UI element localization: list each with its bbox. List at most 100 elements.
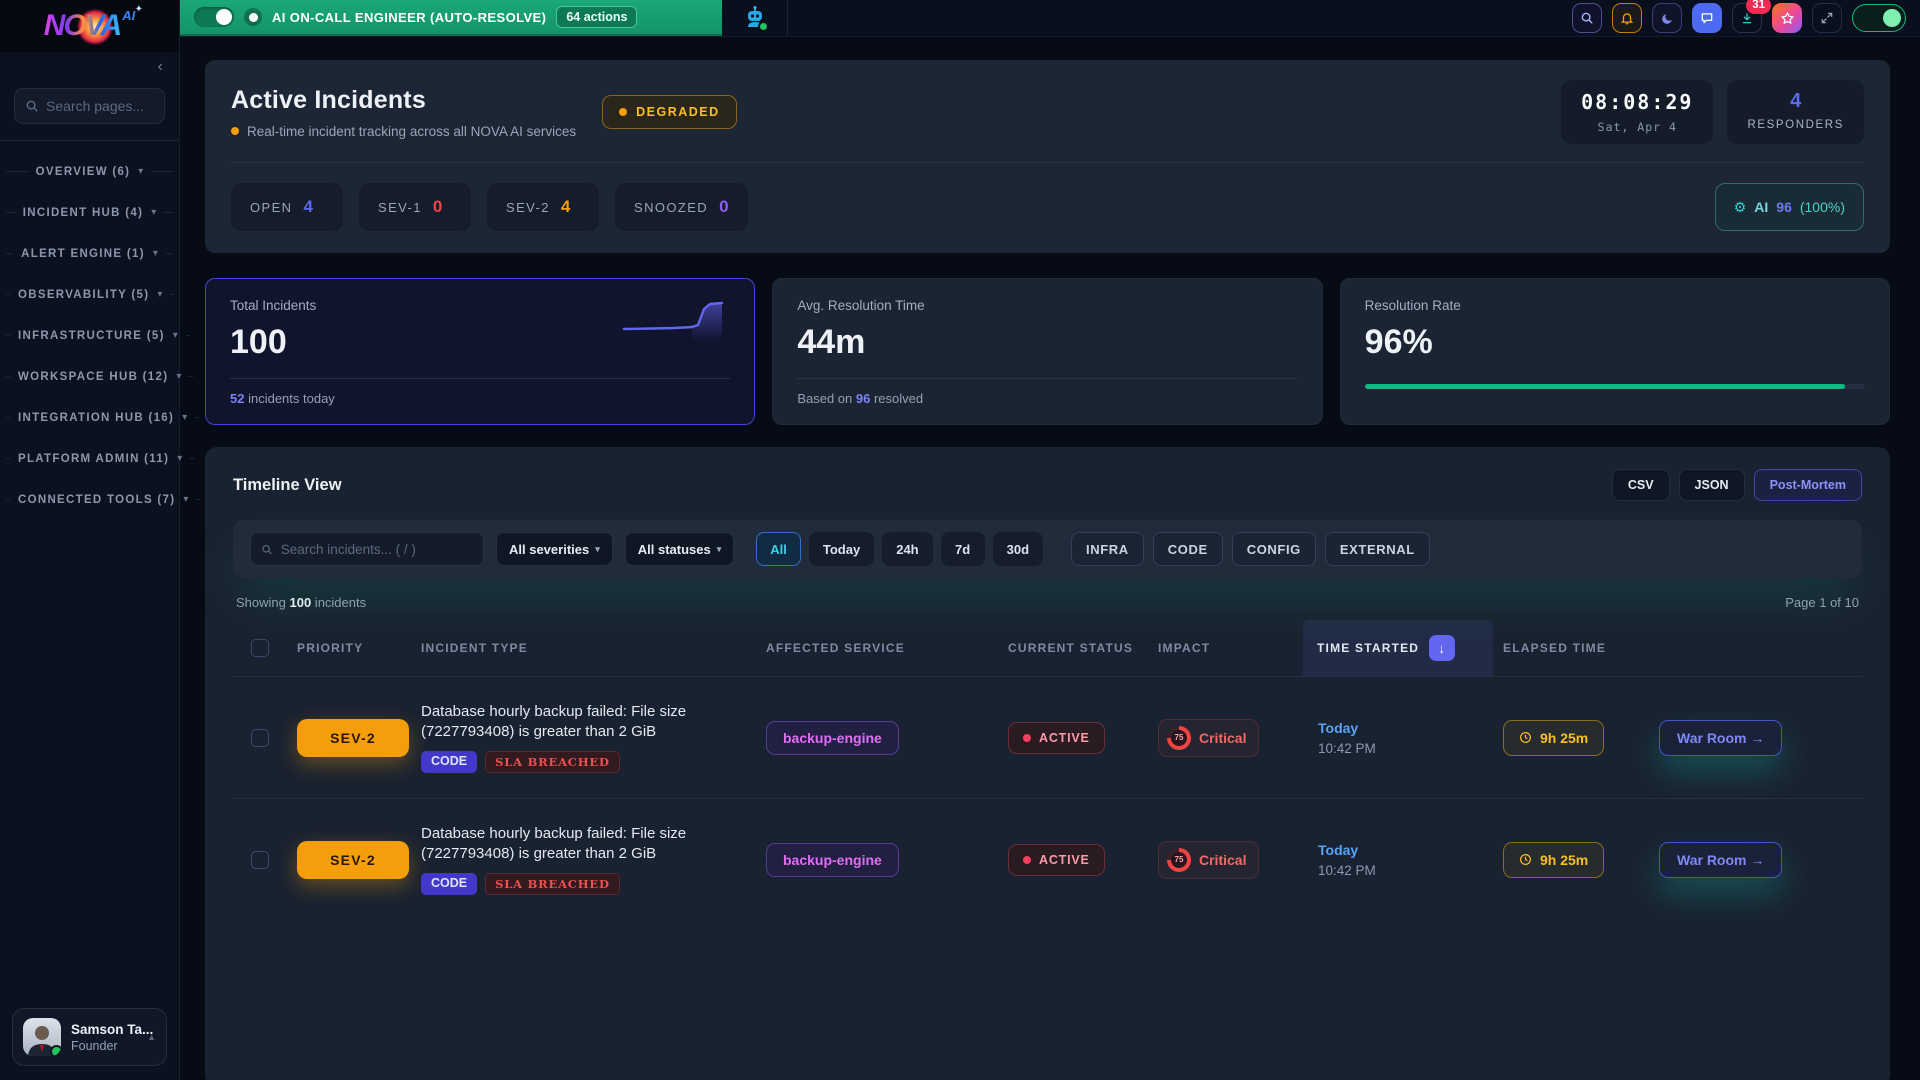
sidebar-item-overview[interactable]: OVERVIEW (6)▾ — [0, 151, 179, 192]
chevron-down-icon: ▾ — [157, 289, 162, 300]
sidebar-collapse-icon[interactable]: ‹ — [158, 59, 163, 75]
severity-badge[interactable]: SEV-2 — [297, 719, 409, 757]
time-filter-30d[interactable]: 30d — [993, 532, 1043, 566]
column-header-elapsed-time[interactable]: ELAPSED TIME — [1503, 641, 1659, 655]
severity-badge[interactable]: SEV-2 — [297, 841, 409, 879]
affected-service-pill[interactable]: backup-engine — [766, 721, 899, 755]
subtitle-row: Real-time incident tracking across all N… — [231, 124, 576, 139]
ai-resolved-badge[interactable]: ⚙ AI 96 (100%) — [1715, 183, 1864, 231]
user-role: Founder — [71, 1039, 137, 1053]
sidebar-item-workspace-hub[interactable]: WORKSPACE HUB (12)▾ — [0, 356, 179, 397]
status-badge: ACTIVE — [1008, 722, 1105, 754]
incidents-search[interactable] — [250, 532, 484, 566]
oncall-toggle[interactable] — [194, 7, 234, 27]
system-status-badge: DEGRADED — [602, 95, 737, 129]
time-filter-today[interactable]: Today — [809, 532, 874, 566]
category-filter-code[interactable]: CODE — [1153, 532, 1223, 566]
column-header-affected-service[interactable]: AFFECTED SERVICE — [766, 641, 1008, 655]
time-filter-24h[interactable]: 24h — [882, 532, 932, 566]
time-filter-7d[interactable]: 7d — [941, 532, 985, 566]
gear-icon: ⚙ — [1734, 199, 1747, 216]
time-filter-all[interactable]: All — [756, 532, 801, 566]
chat-button[interactable] — [1692, 3, 1722, 33]
sidebar-item-connected-tools[interactable]: CONNECTED TOOLS (7)▾ — [0, 479, 179, 520]
bell-icon — [1620, 11, 1634, 25]
time-day: Today — [1318, 842, 1503, 858]
sidebar-item-label: WORKSPACE HUB (12) — [18, 371, 168, 383]
column-header-time-started[interactable]: TIME STARTED ↓ — [1303, 620, 1493, 676]
table-row[interactable]: SEV-2 Database hourly backup failed: Fil… — [233, 676, 1862, 798]
dark-mode-button[interactable] — [1652, 3, 1682, 33]
stat-snoozed[interactable]: SNOOZED 0 — [615, 183, 748, 231]
chat-bubble-icon — [1700, 11, 1714, 25]
oncall-drag-handle[interactable] — [244, 8, 262, 26]
sidebar-search[interactable] — [14, 88, 165, 124]
metric-cards-row: Total Incidents 100 52 incidents today — [205, 278, 1890, 425]
row-checkbox[interactable] — [251, 729, 269, 747]
card-value: 96% — [1365, 323, 1865, 362]
severity-filter-dropdown[interactable]: All severities ▾ — [496, 532, 613, 566]
elapsed-time-badge: 9h 25m — [1503, 720, 1604, 756]
sidebar-item-infrastructure[interactable]: INFRASTRUCTURE (5)▾ — [0, 315, 179, 356]
stat-label: OPEN — [250, 200, 292, 215]
column-header-priority[interactable]: PRIORITY — [297, 641, 421, 655]
sidebar-item-platform-admin[interactable]: PLATFORM ADMIN (11)▾ — [0, 438, 179, 479]
online-status-dot — [50, 1045, 61, 1056]
sidebar-item-observability[interactable]: OBSERVABILITY (5)▾ — [0, 274, 179, 315]
category-filter-external[interactable]: EXTERNAL — [1325, 532, 1430, 566]
stat-open[interactable]: OPEN 4 — [231, 183, 343, 231]
column-header-impact[interactable]: IMPACT — [1158, 641, 1303, 655]
search-icon — [25, 99, 39, 113]
theme-toggle[interactable] — [1852, 4, 1906, 32]
war-room-button[interactable]: War Room → — [1659, 842, 1782, 878]
clock-icon — [1519, 731, 1532, 744]
search-button[interactable] — [1572, 3, 1602, 33]
incidents-search-input[interactable] — [281, 542, 473, 557]
sidebar-item-integration-hub[interactable]: INTEGRATION HUB (16)▾ — [0, 397, 179, 438]
stat-sev2[interactable]: SEV-2 4 — [487, 183, 599, 231]
stat-value: 0 — [719, 197, 728, 217]
stat-sev1[interactable]: SEV-1 0 — [359, 183, 471, 231]
favorites-button[interactable] — [1772, 3, 1802, 33]
status-label: ACTIVE — [1039, 853, 1090, 867]
category-filter-infra[interactable]: INFRA — [1071, 532, 1144, 566]
chevron-down-icon: ▾ — [151, 207, 156, 218]
caret-up-icon: ▲ — [147, 1032, 156, 1042]
status-filter-dropdown[interactable]: All statuses ▾ — [625, 532, 735, 566]
sidebar-item-alert-engine[interactable]: ALERT ENGINE (1)▾ — [0, 233, 179, 274]
sidebar-collapse-row: ‹ — [0, 52, 179, 82]
star-icon — [1780, 11, 1795, 26]
incidents-header-panel: Active Incidents Real-time incident trac… — [205, 60, 1890, 253]
affected-service-pill[interactable]: backup-engine — [766, 843, 899, 877]
column-header-current-status[interactable]: CURRENT STATUS — [1008, 641, 1158, 655]
post-mortem-button[interactable]: Post-Mortem — [1754, 469, 1862, 501]
sidebar-item-incident-hub[interactable]: INCIDENT HUB (4)▾ — [0, 192, 179, 233]
export-csv-button[interactable]: CSV — [1612, 469, 1670, 501]
select-all-checkbox[interactable] — [251, 639, 269, 657]
sort-descending-button[interactable]: ↓ — [1429, 635, 1455, 661]
table-row[interactable]: SEV-2 Database hourly backup failed: Fil… — [233, 798, 1862, 920]
moon-icon — [1661, 12, 1674, 25]
column-header-incident-type[interactable]: INCIDENT TYPE — [421, 641, 766, 655]
impact-gauge-icon: 75 — [1167, 848, 1191, 872]
inbox-button[interactable]: 31 — [1732, 3, 1762, 33]
category-filter-config[interactable]: CONFIG — [1232, 532, 1316, 566]
user-profile-card[interactable]: Samson Ta... Founder ▲ — [12, 1008, 167, 1066]
elapsed-time-badge: 9h 25m — [1503, 842, 1604, 878]
actions-count-badge[interactable]: 64 actions — [556, 6, 637, 28]
stat-value: 4 — [303, 197, 312, 217]
stat-label: SEV-1 — [378, 200, 422, 215]
war-room-button[interactable]: War Room → — [1659, 720, 1782, 756]
sla-breached-tag: SLA BREACHED — [485, 873, 620, 895]
export-json-button[interactable]: JSON — [1679, 469, 1745, 501]
fullscreen-button[interactable] — [1812, 3, 1842, 33]
ai-count: 96 — [1776, 199, 1792, 215]
alerts-button[interactable] — [1612, 3, 1642, 33]
row-checkbox[interactable] — [251, 851, 269, 869]
code-tag: CODE — [421, 751, 477, 773]
column-label: TIME STARTED — [1317, 641, 1419, 655]
stat-label: SNOOZED — [634, 200, 708, 215]
brand-suffix: AI — [122, 8, 135, 23]
ai-assistant-button[interactable] — [722, 0, 788, 36]
sidebar-search-input[interactable] — [46, 98, 154, 114]
